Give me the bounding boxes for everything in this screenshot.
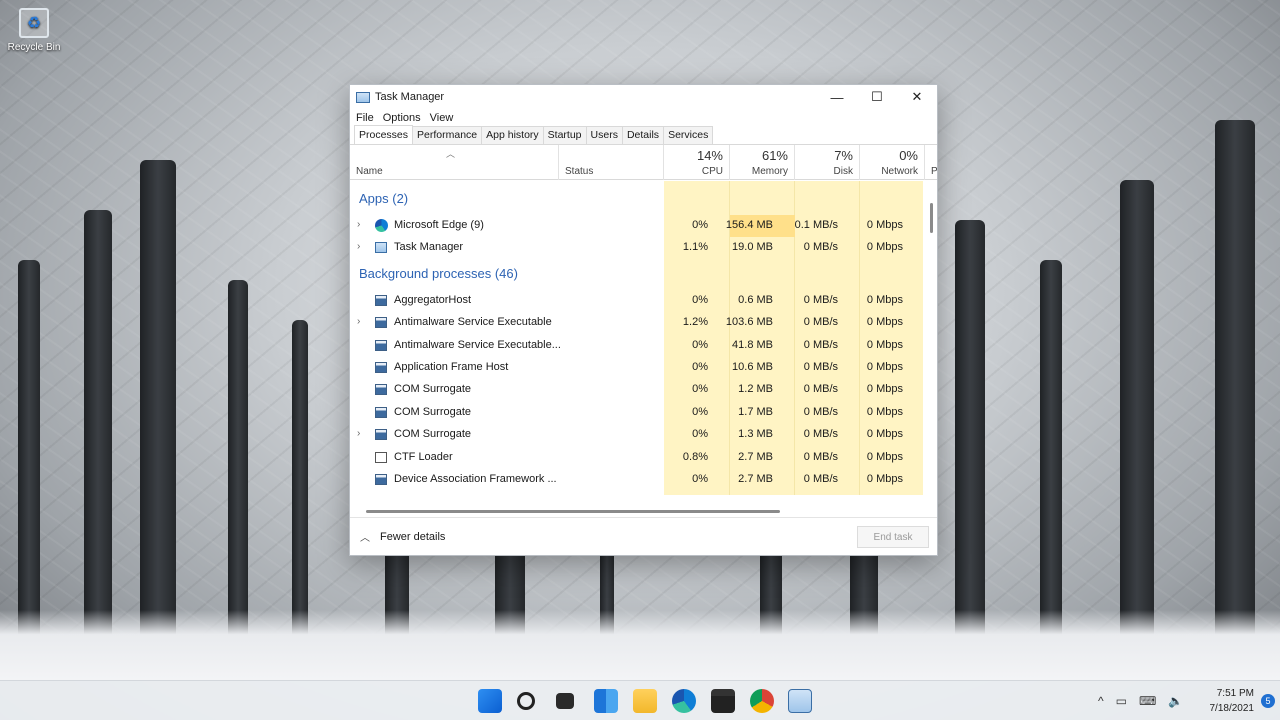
table-row[interactable]: Application Frame Host 0% 10.6 MB 0 MB/s… [350,357,923,379]
column-name[interactable]: ︿ Name [350,145,558,180]
fewer-details-link[interactable]: Fewer details [380,531,445,543]
file-explorer-icon[interactable] [633,689,657,713]
volume-icon[interactable]: 🔈 [1168,694,1183,708]
column-cpu[interactable]: 14% CPU [664,145,730,180]
tab-services[interactable]: Services [663,126,714,144]
ctf-loader-icon [375,452,387,463]
process-grid: ︿ Name Status 14% CPU 61% Memory 7% Disk… [350,145,937,495]
chevron-right-icon[interactable]: › [357,428,360,439]
minimize-button[interactable]: — [817,85,857,109]
table-row[interactable]: COM Surrogate 0% 1.2 MB 0 MB/s 0 Mbps [350,379,923,401]
tab-processes[interactable]: Processes [354,125,414,144]
clock-time: 7:51 PM [1216,688,1254,699]
store-icon[interactable] [711,689,735,713]
table-row[interactable]: AggregatorHost 0% 0.6 MB 0 MB/s 0 Mbps [350,290,923,312]
tab-users[interactable]: Users [585,126,623,144]
recycle-bin-desktop-icon[interactable]: ♻ Recycle Bin [4,8,64,53]
app-window-icon [375,384,387,395]
column-header: ︿ Name Status 14% CPU 61% Memory 7% Disk… [350,145,937,180]
tab-strip: Processes Performance App history Startu… [350,125,937,145]
table-row[interactable]: › COM Surrogate 0% 1.3 MB 0 MB/s 0 Mbps [350,424,923,446]
footer-bar: ︿ Fewer details End task [350,517,937,555]
recycle-bin-icon: ♻ [19,8,49,38]
tab-performance[interactable]: Performance [412,126,483,144]
column-network[interactable]: 0% Network [860,145,925,180]
window-title: Task Manager [375,91,445,103]
search-icon[interactable] [517,692,535,710]
edge-icon [375,219,388,232]
app-window-icon [375,474,387,485]
wallpaper-tree [140,160,176,680]
column-memory[interactable]: 61% Memory [730,145,795,180]
menu-bar: File Options View [350,109,937,126]
system-tray: ^ ▭ ⌨ 🔈 [1098,681,1183,720]
notification-badge[interactable]: 5 [1261,694,1275,708]
tab-details[interactable]: Details [621,126,665,144]
app-window-icon [375,295,387,306]
close-button[interactable]: ✕ [897,85,937,109]
table-row[interactable]: › Task Manager 1.1% 19.0 MB 0 MB/s 0 Mbp… [350,237,923,259]
clock[interactable]: 7:51 PM 7/18/2021 [1210,686,1255,716]
column-power[interactable]: Po [925,145,937,180]
recycle-bin-label: Recycle Bin [7,42,61,53]
network-icon[interactable]: ⌨ [1139,694,1156,708]
table-row[interactable]: COM Surrogate 0% 1.7 MB 0 MB/s 0 Mbps [350,402,923,424]
task-view-icon[interactable] [556,693,574,709]
chevron-right-icon[interactable]: › [357,219,360,230]
tab-startup[interactable]: Startup [542,126,587,144]
table-row[interactable]: CTF Loader 0.8% 2.7 MB 0 MB/s 0 Mbps [350,447,923,469]
sort-up-icon: ︿ [446,149,456,159]
app-window-icon [375,340,387,351]
section-apps[interactable]: Apps (2) [359,191,408,206]
app-window-icon [375,362,387,373]
taskbar: ^ ▭ ⌨ 🔈 7:51 PM 7/18/2021 5 [0,680,1280,720]
app-window-icon [375,317,387,328]
chevron-up-icon[interactable]: ^ [1098,694,1104,708]
wallpaper-tree [1120,180,1154,680]
display-icon[interactable]: ▭ [1116,694,1127,708]
title-bar[interactable]: Task Manager — ☐ ✕ [350,85,937,109]
menu-file[interactable]: File [356,112,374,124]
chevron-right-icon[interactable]: › [357,316,360,327]
process-list: Apps (2) › Microsoft Edge (9) 0% 156.4 M… [350,181,923,495]
task-manager-icon [356,91,370,103]
table-row[interactable]: Device Association Framework ... 0% 2.7 … [350,469,923,491]
clock-date: 7/18/2021 [1209,703,1255,714]
menu-options[interactable]: Options [383,112,421,124]
start-icon[interactable] [478,689,502,713]
widgets-icon[interactable] [594,689,618,713]
wallpaper-tree [1215,120,1255,680]
column-disk[interactable]: 7% Disk [795,145,860,180]
task-manager-icon[interactable] [788,689,812,713]
tab-app-history[interactable]: App history [481,126,544,144]
chevron-right-icon[interactable]: › [357,241,360,252]
column-status[interactable]: Status [558,145,664,180]
table-row[interactable]: Antimalware Service Executable... 0% 41.… [350,335,923,357]
task-manager-icon [375,242,387,253]
edge-icon[interactable] [672,689,696,713]
maximize-button[interactable]: ☐ [857,85,897,109]
table-row[interactable]: › Antimalware Service Executable 1.2% 10… [350,312,923,334]
menu-view[interactable]: View [430,112,454,124]
app-window-icon [375,429,387,440]
app-window-icon [375,407,387,418]
chrome-icon[interactable] [750,689,774,713]
wallpaper-snow [0,610,1280,680]
vertical-scrollbar[interactable] [930,203,933,233]
table-row[interactable]: › Microsoft Edge (9) 0% 156.4 MB 0.1 MB/… [350,215,923,237]
end-task-button[interactable]: End task [857,526,929,548]
chevron-up-icon[interactable]: ︿ [360,529,370,544]
section-background-processes[interactable]: Background processes (46) [359,266,518,281]
task-manager-window: Task Manager — ☐ ✕ File Options View Pro… [349,84,938,556]
horizontal-scrollbar[interactable] [366,510,780,513]
